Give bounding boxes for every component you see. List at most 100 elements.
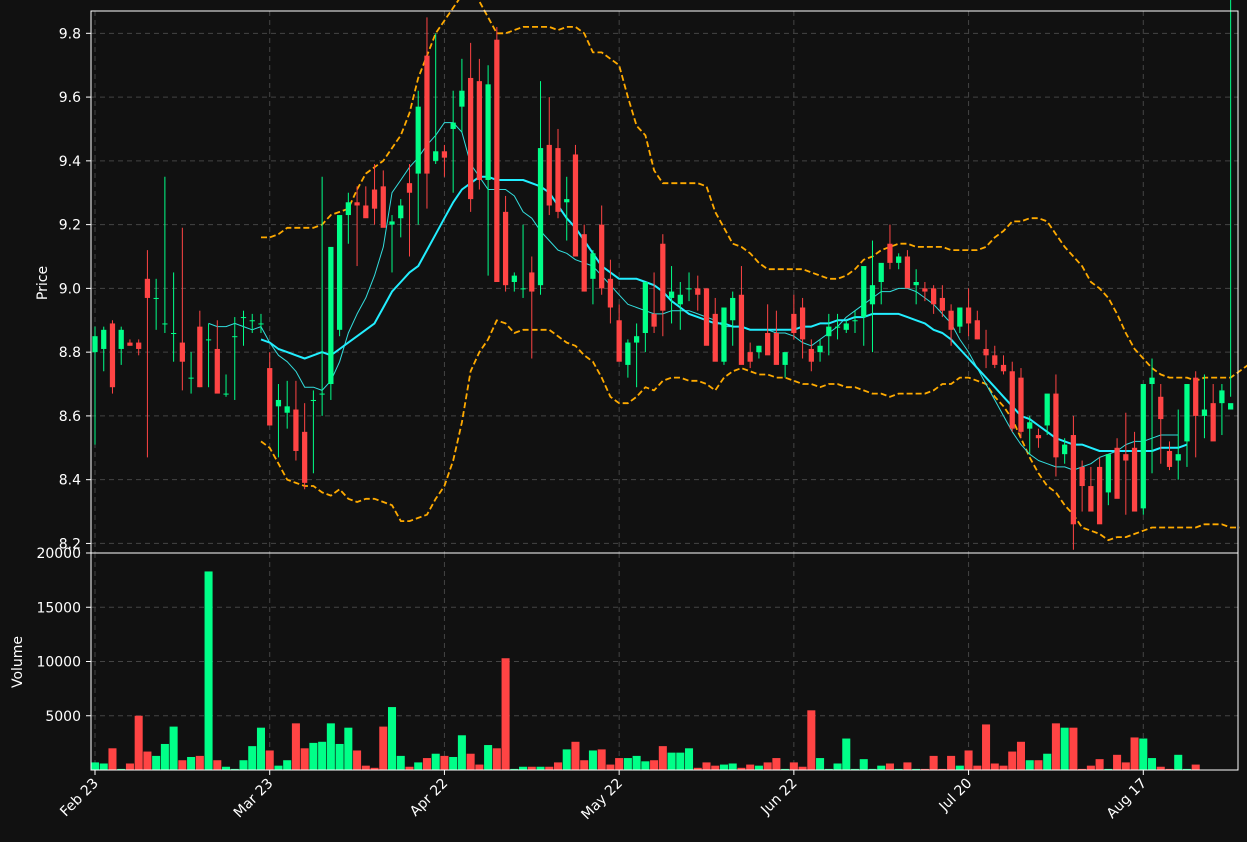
candle-body: [843, 323, 849, 330]
candle-body: [232, 336, 238, 338]
candle-body: [179, 342, 185, 362]
volume-bar: [125, 763, 134, 770]
candle-body: [616, 320, 622, 362]
candle-body: [931, 288, 937, 305]
candle-body: [494, 39, 500, 282]
candle-body: [625, 342, 631, 365]
candle-body: [904, 256, 911, 289]
candle-body: [581, 234, 587, 292]
candle-body: [555, 148, 561, 212]
candle-body: [756, 345, 762, 353]
price-tick-label: 8.4: [59, 473, 81, 489]
volume-bar: [1025, 760, 1034, 770]
candle-body: [1062, 444, 1068, 455]
candle-body: [1053, 393, 1059, 458]
candle-body: [721, 307, 727, 362]
volume-bar: [248, 746, 257, 770]
candle-body: [1184, 384, 1190, 442]
volume-bar: [90, 762, 100, 770]
candle-body: [1027, 422, 1033, 429]
candle-body: [450, 122, 456, 129]
candle-body: [1149, 377, 1155, 385]
candle-body: [1166, 450, 1173, 467]
volume-bar: [999, 765, 1008, 770]
candle-body: [1088, 486, 1094, 512]
candle-body: [345, 202, 351, 216]
volume-bar: [1016, 741, 1026, 770]
candle-body: [459, 90, 465, 107]
candle-body: [258, 323, 264, 325]
volume-bar: [160, 743, 169, 770]
candle-body: [834, 326, 841, 328]
candle-body: [1219, 390, 1225, 404]
candle-body: [415, 106, 421, 174]
volume-bar: [580, 760, 589, 770]
candle-body: [572, 154, 579, 257]
candle-body: [441, 151, 448, 158]
candle-body: [965, 307, 972, 324]
candle-body: [677, 294, 683, 305]
candle-body: [1228, 403, 1234, 410]
volume-bar: [1086, 765, 1095, 770]
volume-bar: [982, 724, 991, 770]
candle-body: [109, 323, 116, 388]
volume-bar: [187, 756, 196, 770]
volume-bar: [1113, 754, 1122, 770]
volume-bar: [667, 752, 676, 770]
volume-bar: [1139, 738, 1148, 770]
candle-body: [1193, 377, 1199, 416]
volume-tick-label: 15000: [36, 600, 81, 616]
candle-body: [267, 368, 273, 426]
volume-bar: [973, 765, 982, 770]
candle-body: [1131, 447, 1138, 512]
candle-body: [1000, 364, 1007, 372]
candle-body: [1096, 466, 1103, 525]
candle-body: [939, 297, 945, 311]
price-tick-label: 9.4: [59, 154, 81, 170]
volume-bar: [947, 755, 956, 770]
volume-bar: [746, 764, 755, 770]
candle-body: [765, 333, 771, 356]
candle-body: [1044, 393, 1050, 426]
candle-body: [817, 345, 823, 353]
volume-bar: [283, 760, 292, 770]
volume-bar: [615, 758, 624, 770]
candle-body: [249, 320, 255, 322]
candle-body: [695, 288, 701, 295]
volume-bar: [195, 755, 204, 770]
volume-bar: [990, 763, 999, 770]
volume-bar: [440, 755, 449, 770]
candle-body: [1158, 396, 1164, 420]
volume-bar: [178, 760, 187, 770]
volume-bar: [955, 765, 964, 770]
candle-body: [328, 246, 334, 385]
volume-bar: [344, 727, 353, 770]
volume-bar: [1034, 760, 1043, 770]
price-tick-label: 9.0: [59, 281, 81, 297]
volume-bar: [807, 710, 816, 770]
candle-body: [861, 266, 867, 318]
candle-body: [546, 144, 552, 206]
candle-body: [520, 288, 526, 290]
candle-body: [1018, 377, 1024, 432]
volume-bar: [588, 750, 597, 770]
volume-bar: [658, 746, 667, 770]
volume-bar: [885, 763, 894, 770]
candle-body: [773, 333, 780, 365]
candle-body: [284, 406, 290, 413]
volume-bar: [1008, 751, 1017, 770]
candle-body: [406, 183, 413, 193]
volume-bar: [335, 743, 344, 770]
volume-bar: [842, 738, 851, 770]
candle-body: [1105, 454, 1111, 493]
volume-bar: [702, 762, 711, 770]
candle-body: [869, 285, 876, 305]
candle-body: [799, 307, 806, 340]
volume-bar: [1174, 754, 1183, 770]
candle-body: [1035, 435, 1042, 439]
candle-body: [476, 81, 482, 180]
candle-body: [633, 336, 640, 343]
volume-bar: [1060, 727, 1069, 770]
candle-body: [275, 399, 282, 407]
candle-body: [424, 55, 430, 174]
